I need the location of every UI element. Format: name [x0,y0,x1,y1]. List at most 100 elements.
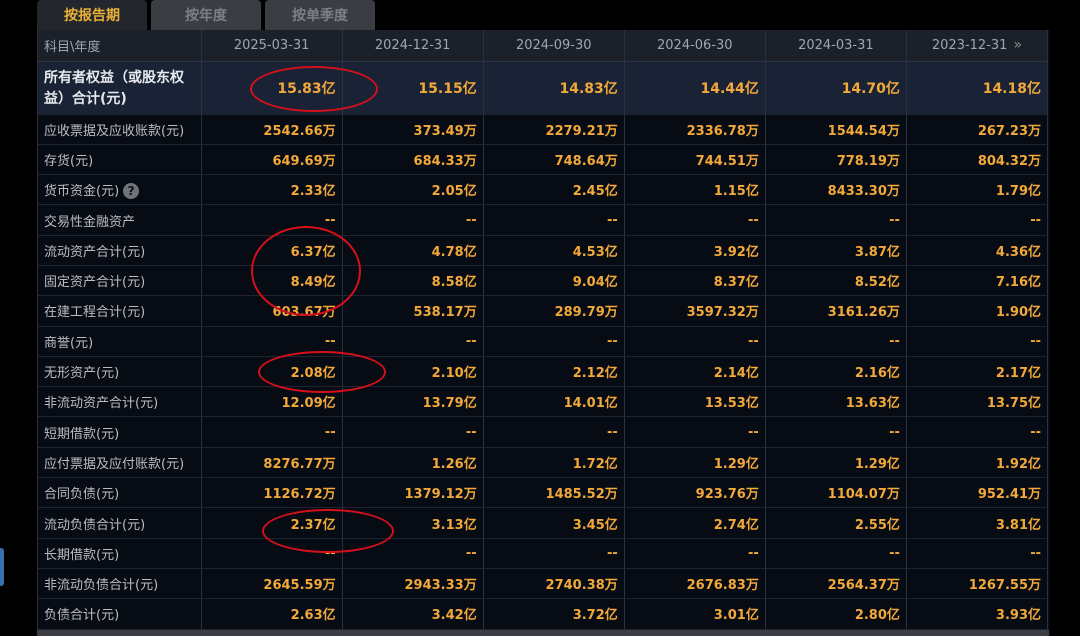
table-cell: -- [906,416,1049,448]
chevron-double-right-icon[interactable]: » [1013,37,1022,53]
table-cell: 1.72亿 [483,447,625,479]
table-cell: -- [624,416,766,448]
table-cell: 12.09亿 [201,386,343,418]
table-cell: 3.01亿 [624,598,766,630]
table-cell: -- [765,416,907,448]
table-cell: 748.64万 [483,144,625,176]
help-icon[interactable]: ? [123,183,140,200]
table-cell: 2.37亿 [201,507,343,539]
table-row: 所有者权益（或股东权益）合计(元) 15.83亿 15.15亿 14.83亿 14.44… [38,61,1049,115]
table-cell: 8.58亿 [342,265,484,297]
table-cell: 2.10亿 [342,356,484,388]
row-label-text: 商誉(元) [44,335,94,351]
table-cell: 1485.52万 [483,477,625,509]
table-cell: 2.55亿 [765,507,907,539]
tab-annual[interactable]: 按年度 [151,0,261,30]
table-row: 负债合计(元) 2.63亿 3.42亿 3.72亿 3.01亿 2.80亿 3.93亿 [38,598,1049,630]
table-row: 合同负债(元) 1126.72万 1379.12万 1485.52万 923.76万 11… [38,477,1049,509]
table-cell: 2279.21万 [483,114,625,145]
table-cell: 2.16亿 [765,356,907,388]
table-cell: -- [342,204,484,236]
row-label: 长期借款(元) [38,538,202,569]
row-label: 非流动资产合计(元) [38,386,202,418]
table-cell: 8276.77万 [201,447,343,479]
row-label: 合同负债(元) [38,477,202,509]
balance-sheet-panel: 科目\年度 2025-03-31 2024-12-31 2024-09-30 2… [37,30,1050,636]
horizontal-scrollbar[interactable] [37,630,1049,636]
table-cell: -- [483,416,625,448]
side-edge-tab[interactable] [0,548,4,586]
table-cell: 14.18亿 [906,61,1049,115]
table-cell: 952.41万 [906,477,1049,509]
table-cell: 804.32万 [906,144,1049,176]
table-cell: 1544.54万 [765,114,907,145]
table-cell: 2.45亿 [483,174,625,206]
table-cell: -- [201,538,343,569]
table-cell: 13.75亿 [906,386,1049,418]
table-cell: 1267.55万 [906,568,1049,600]
table-cell: 2336.78万 [624,114,766,145]
table-cell: 2645.59万 [201,568,343,600]
tab-single-quarter[interactable]: 按单季度 [265,0,375,30]
table-cell: 1.26亿 [342,447,484,479]
row-label-text: 合同负债(元) [44,487,120,503]
table-cell: 14.01亿 [483,386,625,418]
row-label-text: 短期借款(元) [44,426,120,442]
table-cell: 7.16亿 [906,265,1049,297]
table-cell: 15.15亿 [342,61,484,115]
table-cell: 1.29亿 [624,447,766,479]
table-cell: 3.45亿 [483,507,625,539]
table-cell: 267.23万 [906,114,1049,145]
table-row: 流动负债合计(元) 2.37亿 3.13亿 3.45亿 2.74亿 2.55亿 3.81亿 [38,507,1049,539]
table-cell: 2.08亿 [201,356,343,388]
table-cell: -- [765,326,907,357]
table-row: 应付票据及应付账款(元) 8276.77万 1.26亿 1.72亿 1.29亿 1.29亿… [38,447,1049,479]
table-cell: 2.17亿 [906,356,1049,388]
table-cell: 14.44亿 [624,61,766,115]
table-cell: 603.67万 [201,295,343,327]
table-row: 非流动资产合计(元) 12.09亿 13.79亿 14.01亿 13.53亿 13.63亿… [38,386,1049,418]
table-cell: 2564.37万 [765,568,907,600]
table-cell: 3161.26万 [765,295,907,327]
table-cell: 2.74亿 [624,507,766,539]
table-cell: 1.90亿 [906,295,1049,327]
table-cell: -- [342,326,484,357]
row-label-text: 应付票据及应付账款(元) [44,456,185,472]
row-label-text: 在建工程合计(元) [44,305,146,321]
row-label-text: 应收票据及应收账款(元) [44,123,185,139]
table-row: 应收票据及应收账款(元) 2542.66万 373.49万 2279.21万 2336.… [38,114,1049,145]
row-label-text: 无形资产(元) [44,366,120,382]
table-cell: 649.69万 [201,144,343,176]
row-label: 在建工程合计(元) [38,295,202,327]
table-cell: -- [624,204,766,236]
table-cell: -- [483,538,625,569]
table-cell: 1.79亿 [906,174,1049,206]
row-label: 流动负债合计(元) [38,507,202,539]
table-row: 交易性金融资产 -- -- -- -- -- -- [38,204,1049,236]
table-cell: -- [906,538,1049,569]
table-row: 在建工程合计(元) 603.67万 538.17万 289.79万 3597.32万 31… [38,295,1049,327]
header-subject-year: 科目\年度 [38,30,202,62]
header-date: 2024-03-31 [765,30,907,62]
header-date: 2024-12-31 [342,30,484,62]
row-label: 货币资金(元)? [38,174,202,206]
table-cell: 2.12亿 [483,356,625,388]
header-date: 2024-06-30 [624,30,766,62]
table-cell: 8433.30万 [765,174,907,206]
header-date: 2025-03-31 [201,30,343,62]
tab-report-period[interactable]: 按报告期 [37,0,147,30]
row-label: 应收票据及应收账款(元) [38,114,202,145]
table-cell: 1379.12万 [342,477,484,509]
table-cell: 3.42亿 [342,598,484,630]
table-cell: 8.52亿 [765,265,907,297]
table-cell: 2943.33万 [342,568,484,600]
row-label: 负债合计(元) [38,598,202,630]
table-cell: 4.36亿 [906,235,1049,266]
table-row: 流动资产合计(元) 6.37亿 4.78亿 4.53亿 3.92亿 3.87亿 4.36亿 [38,235,1049,266]
table-cell: -- [201,416,343,448]
table-cell: 373.49万 [342,114,484,145]
table-cell: 3.81亿 [906,507,1049,539]
table-row: 短期借款(元) -- -- -- -- -- -- [38,416,1049,448]
table-cell: 13.79亿 [342,386,484,418]
table-cell: 15.83亿 [201,61,343,115]
